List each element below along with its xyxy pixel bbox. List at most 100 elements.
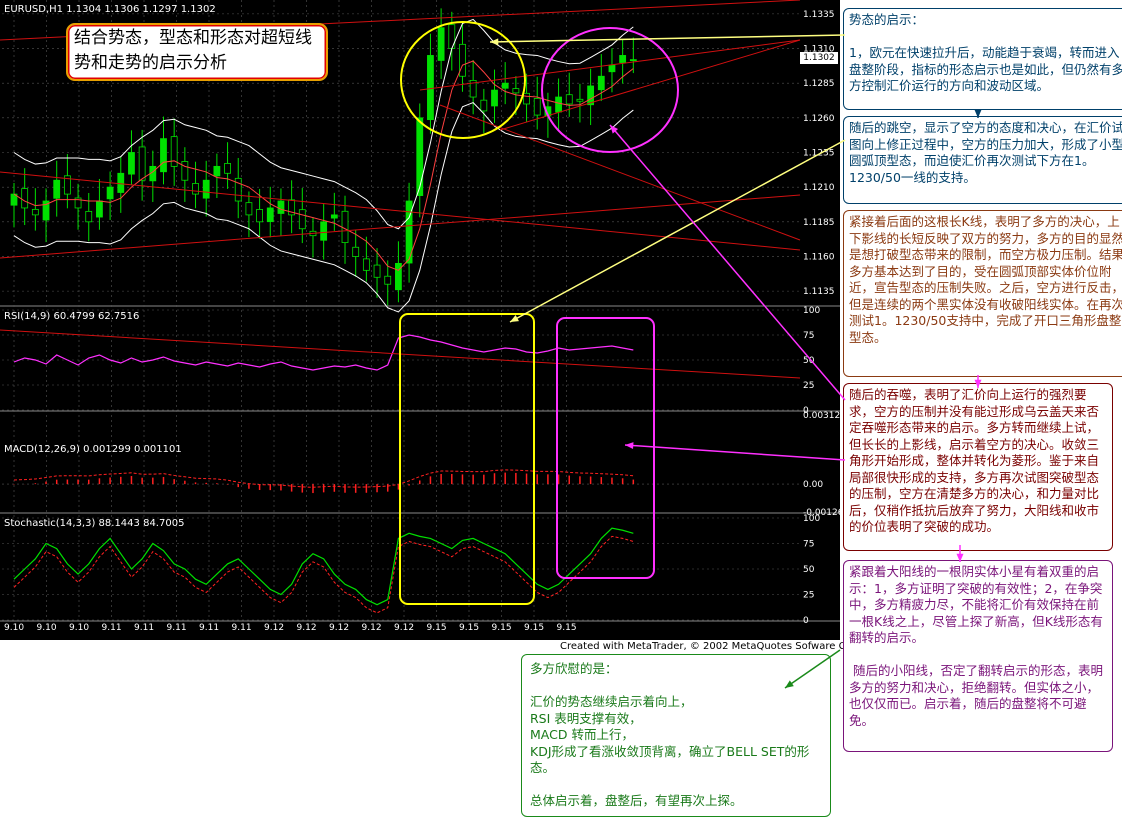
candle-body [437,27,445,61]
note-long-candle: 紧接着后面的这根长K线，表明了多方的决心，上下影线的长短反映了双方的努力，多方的… [843,210,1122,377]
candle-body [181,161,189,181]
time-tick-label: 9.11 [102,623,122,633]
chart-symbol-label: EURUSD,H1 1.1304 1.1306 1.1297 1.1302 [4,4,216,15]
candle-body [533,98,541,116]
price-tick-label: 1.1335 [803,10,835,20]
stochastic-label: Stochastic(14,3,3) 88.1443 84.7005 [4,518,185,529]
price-tick-label: 1.1260 [803,114,835,124]
stoch-tick-label: 25 [803,591,814,601]
candle-body [501,82,509,89]
candle-body [202,179,210,199]
time-tick-label: 9.15 [427,623,447,633]
candle-body [256,209,263,223]
current-price-flag: 1.1302 [800,52,838,64]
price-tick-label: 1.1185 [803,218,835,228]
candle-body [416,117,424,196]
trend-line [499,39,801,131]
stoch-signal-line [13,535,634,614]
candle-body [384,275,392,285]
note-engulfing: 随后的吞噬，表明了汇价向上运行的强烈要求，空方的压制并没有能过形成乌云盖天来否定… [843,383,1113,551]
stoch-tick-label: 0 [803,616,809,626]
candle-body [555,96,562,113]
time-tick-label: 9.12 [329,623,349,633]
macd-tick-label: 0.00312 [803,411,840,421]
time-tick-label: 9.15 [492,623,512,633]
price-tick-label: 1.1210 [803,183,835,193]
candle-body [330,214,338,219]
metatrader-credit: Created with MetaTrader, © 2002 MetaQuot… [560,641,866,652]
trend-line [0,194,801,259]
rsi-tick-label: 100 [803,306,820,316]
time-tick-label: 9.12 [394,623,414,633]
rsi-tick-label: 50 [803,356,815,366]
chart-title-box: 结合势态，型态和形态对超短线势和走势的启示分析 [66,23,328,81]
time-tick-label: 9.12 [264,623,284,633]
candle-body [576,98,584,102]
rsi-line [13,334,634,371]
note-bull-outlook: 多方欣慰的是： 汇价的势态继续启示着向上， RSI 表明支撑有效， MACD 转… [521,654,831,817]
note-trend-hint: 势态的启示： 1，欧元在快速拉升后，动能趋于衰竭，转而进入盘整阶段，指标的形态启… [843,8,1122,110]
rsi-tick-label: 25 [803,381,814,391]
candle-body [480,99,488,112]
candle-body [448,24,456,49]
candle-body [224,163,231,174]
candle-body [160,138,167,173]
note-star: 紧跟着大阳线的一根阴实体小星有着双重的启示：1，多方证明了突破的有效性；2，在争… [843,560,1113,752]
candle-body [352,246,360,257]
magenta-indicator-box [556,317,655,579]
price-tick-label: 1.1285 [803,79,835,89]
candle-body [362,258,370,271]
candle-body [320,221,328,241]
candle-body [395,263,402,291]
price-tick-label: 1.1135 [803,287,835,297]
stoch-tick-label: 50 [803,565,815,575]
price-tick-label: 1.1160 [803,252,835,262]
candle-body [138,146,146,181]
time-tick-label: 9.11 [167,623,187,633]
candle-body [31,208,39,216]
candle-body [597,75,605,91]
candle-body [512,88,520,94]
time-tick-label: 9.12 [297,623,317,633]
time-tick-label: 9.15 [524,623,544,633]
trend-line [0,171,801,251]
candle-body [565,94,573,105]
yellow-highlight-circle [400,21,526,139]
candle-body [106,186,114,200]
time-tick-label: 9.10 [69,623,89,633]
candle-body [373,264,381,278]
candle-body [53,179,61,199]
candle-body [491,89,498,107]
rsi-label: RSI(14,9) 60.4799 62.7516 [4,311,140,322]
candle-body [277,200,285,214]
time-tick-label: 9.15 [557,623,577,633]
time-tick-label: 9.11 [134,623,154,633]
price-tick-label: 1.1235 [803,149,835,159]
candle-body [213,165,221,177]
candle-body [459,43,466,77]
candle-body [608,64,616,73]
time-tick-label: 9.10 [4,623,24,633]
candle-body [245,202,253,216]
candle-body [266,207,274,222]
time-tick-label: 9.11 [199,623,219,633]
candle-body [117,172,125,193]
chart-area: 9.10 9.10 9.10 9.11 9.11 9.11 9.11 9.11 9.12 9.12… [0,0,840,640]
candle-body [298,209,306,230]
candle-body [192,183,199,195]
candle-body [619,55,627,63]
stoch-tick-label: 75 [803,540,814,550]
candle-body [85,210,93,223]
candle-body [629,59,637,62]
macd-tick-label: 0.00 [803,480,823,490]
candle-body [21,188,29,209]
note-gap: 随后的跳空，显示了空方的态度和决心，在汇价试图向上修正过程中，空方的压力加大，形… [843,116,1122,204]
candle-body [96,200,103,218]
stoch-tick-label: 100 [803,514,820,524]
time-tick-label: 9.12 [362,623,382,633]
time-tick-label: 9.11 [232,623,252,633]
candle-body [427,55,434,121]
candle-body [523,92,530,105]
candle-body [341,210,349,244]
time-tick-label: 9.15 [459,623,479,633]
